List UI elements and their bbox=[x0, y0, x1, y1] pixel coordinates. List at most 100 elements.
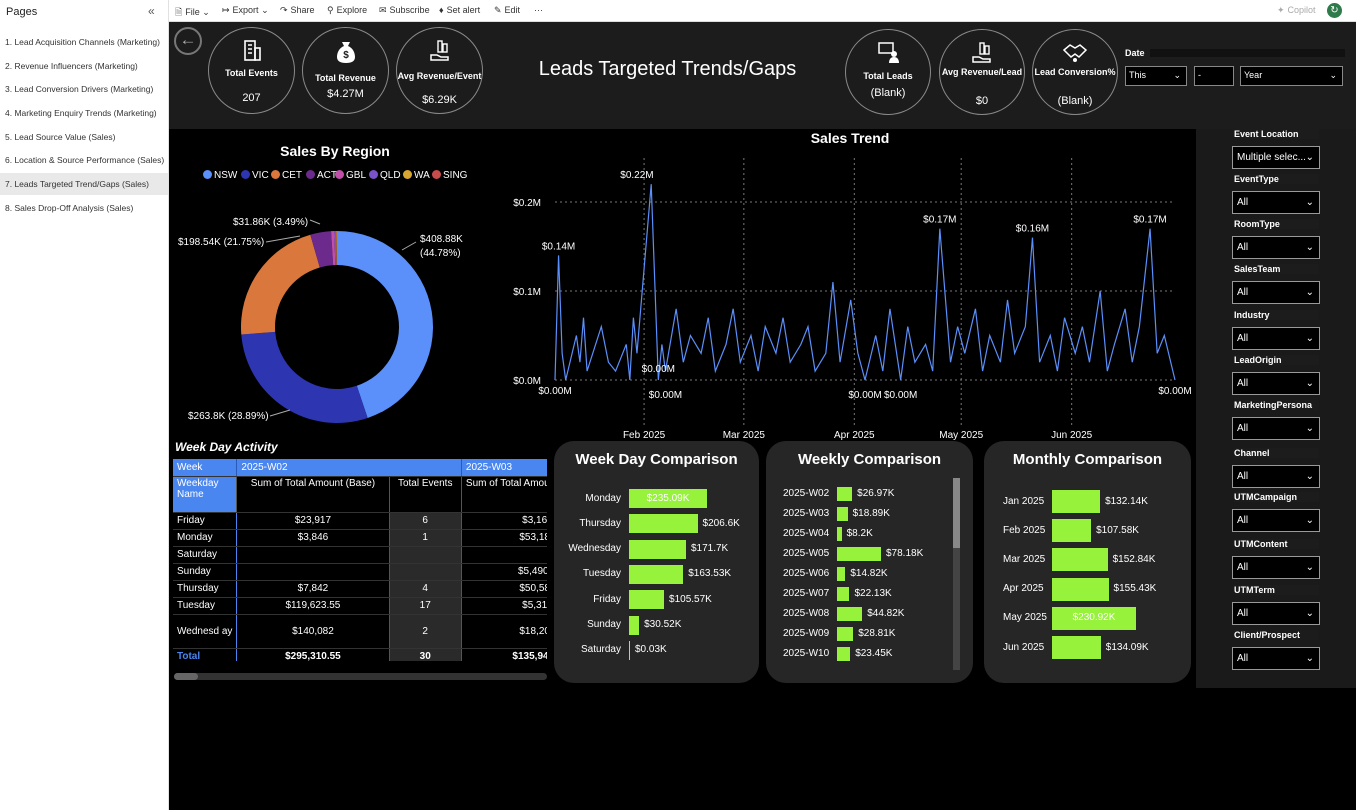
slicer-dropdown[interactable]: All ⌄ bbox=[1232, 191, 1320, 214]
legend-marker bbox=[306, 170, 315, 179]
bar[interactable] bbox=[629, 590, 665, 610]
slicer-label: LeadOrigin bbox=[1234, 355, 1319, 365]
bar-category-label: Sunday bbox=[587, 619, 621, 630]
bar[interactable] bbox=[837, 567, 846, 581]
bar[interactable] bbox=[837, 607, 863, 621]
bar[interactable] bbox=[837, 587, 850, 601]
copilot-icon: ✦ bbox=[1277, 5, 1285, 15]
table-row[interactable]: Thursday$7,8424$50,587 bbox=[173, 580, 547, 598]
bar[interactable] bbox=[837, 547, 881, 561]
slicer-dropdown[interactable]: All ⌄ bbox=[1232, 556, 1320, 579]
slicer-dropdown[interactable]: All ⌄ bbox=[1232, 509, 1320, 532]
slicer-label: UTMContent bbox=[1234, 539, 1319, 549]
table-cell: 17 bbox=[388, 597, 462, 615]
donut-slice-cet[interactable] bbox=[241, 234, 320, 335]
bell-icon: ♦ bbox=[439, 5, 444, 15]
edit-button[interactable]: ✎ Edit bbox=[494, 5, 520, 16]
export-menu[interactable]: ↦ Export ⌄ bbox=[222, 5, 269, 16]
table-cell: Friday bbox=[173, 512, 238, 530]
page-item[interactable]: 5. Lead Source Value (Sales) bbox=[0, 126, 168, 148]
more-options-button[interactable]: ··· bbox=[534, 5, 543, 15]
date-filter-label: Date bbox=[1125, 48, 1145, 58]
page-item[interactable]: 6. Location & Source Performance (Sales) bbox=[0, 149, 168, 171]
bar[interactable] bbox=[629, 539, 686, 559]
collapse-pane-icon[interactable]: « bbox=[148, 4, 155, 18]
page-item[interactable]: 4. Marketing Enquiry Trends (Marketing) bbox=[0, 102, 168, 124]
slicer-dropdown[interactable]: All ⌄ bbox=[1232, 647, 1320, 670]
page-item[interactable]: 8. Sales Drop-Off Analysis (Sales) bbox=[0, 197, 168, 219]
weekday-activity-table[interactable]: Week 2025-W02 2025-W03 Weekday Name Sum … bbox=[173, 459, 547, 661]
donut-slice-vic[interactable] bbox=[241, 331, 368, 423]
table-row[interactable]: Friday$23,9176$3,165 bbox=[173, 512, 547, 530]
user-avatar[interactable]: ↻ bbox=[1327, 3, 1342, 18]
bar[interactable] bbox=[837, 487, 853, 501]
table-scrollbar[interactable] bbox=[174, 673, 547, 680]
slicer-dropdown[interactable]: All ⌄ bbox=[1232, 372, 1320, 395]
slicer-dropdown[interactable]: All ⌄ bbox=[1232, 281, 1320, 304]
trend-data-label: $0.00M bbox=[1158, 386, 1191, 397]
bar[interactable] bbox=[1052, 519, 1092, 543]
slicer-dropdown[interactable]: All ⌄ bbox=[1232, 417, 1320, 440]
slicer-dropdown[interactable]: All ⌄ bbox=[1232, 327, 1320, 350]
share-button[interactable]: ↷ Share bbox=[280, 5, 315, 16]
trend-data-label: $0.00M bbox=[642, 364, 675, 375]
slicer-label: SalesTeam bbox=[1234, 264, 1319, 274]
slicer-dropdown[interactable]: All ⌄ bbox=[1232, 465, 1320, 488]
chevron-down-icon: ⌄ bbox=[1305, 653, 1314, 664]
bar[interactable] bbox=[837, 627, 854, 641]
weekly-scrollbar-thumb[interactable] bbox=[953, 478, 960, 548]
bar[interactable] bbox=[629, 514, 698, 534]
leader-line bbox=[269, 409, 291, 417]
bar[interactable] bbox=[837, 647, 851, 661]
page-item[interactable]: 3. Lead Conversion Drivers (Marketing) bbox=[0, 78, 168, 100]
set-alert-button[interactable]: ♦ Set alert bbox=[439, 5, 480, 15]
table-row[interactable]: Monday$3,8461$53,184 bbox=[173, 529, 547, 547]
bar[interactable] bbox=[1052, 548, 1108, 572]
y-tick-label: $0.2M bbox=[513, 198, 541, 209]
date-count-input[interactable]: - bbox=[1194, 66, 1234, 86]
table-cell: 6 bbox=[388, 512, 462, 530]
chevron-down-icon: ⌄ bbox=[1329, 70, 1337, 80]
bar[interactable] bbox=[1052, 636, 1101, 659]
table-total-cell: 30 bbox=[388, 648, 462, 661]
page-item-active[interactable]: 7. Leads Targeted Trend/Gaps (Sales) bbox=[0, 173, 168, 195]
slicer-dropdown[interactable]: Multiple selec... ⌄ bbox=[1232, 146, 1320, 169]
table-row[interactable]: Saturday bbox=[173, 546, 547, 564]
slicer-dropdown[interactable]: All ⌄ bbox=[1232, 602, 1320, 625]
table-row[interactable]: Wednesd ay$140,0822$18,203 bbox=[173, 614, 547, 649]
page-item[interactable]: 2. Revenue Influencers (Marketing) bbox=[0, 55, 168, 77]
bar-value-label: $132.14K bbox=[1105, 495, 1148, 507]
explore-button[interactable]: ⚲ Explore bbox=[327, 5, 367, 16]
weekly-scrollbar[interactable] bbox=[953, 478, 960, 670]
date-period-dropdown[interactable]: This ⌄ bbox=[1125, 66, 1187, 86]
table-row[interactable]: Sunday $5,490.5 bbox=[173, 563, 547, 581]
table-scrollbar-thumb[interactable] bbox=[174, 673, 198, 680]
bar-category-label: 2025-W10 bbox=[783, 648, 830, 659]
chevron-down-icon: ⌄ bbox=[1305, 152, 1314, 163]
sales-trend-line[interactable] bbox=[554, 184, 1176, 381]
date-unit-dropdown[interactable]: Year ⌄ bbox=[1240, 66, 1343, 86]
bar[interactable] bbox=[837, 527, 842, 541]
bar-value-label: $152.84K bbox=[1112, 553, 1156, 565]
vic-label: $263.8K (28.89%) bbox=[188, 411, 269, 422]
file-menu[interactable]: 🗎 File ⌄ bbox=[175, 5, 210, 21]
y-tick-label: $0.0M bbox=[513, 376, 541, 387]
bar-value-label: $0.03K bbox=[635, 644, 667, 656]
bar[interactable] bbox=[629, 640, 630, 660]
bar[interactable] bbox=[1052, 490, 1101, 513]
bar-category-label: 2025-W04 bbox=[783, 528, 830, 539]
table-column-header-row: Weekday Name Sum of Total Amount (Base) … bbox=[173, 476, 547, 513]
back-button[interactable]: ← bbox=[174, 27, 202, 55]
table-row[interactable]: Tuesday$119,623.5517$5,318 bbox=[173, 597, 547, 615]
copilot-button[interactable]: ✦ Copilot bbox=[1277, 5, 1316, 16]
table-cell: 2 bbox=[388, 614, 462, 649]
bar[interactable] bbox=[629, 564, 684, 584]
bar-value-label: $107.58K bbox=[1096, 524, 1139, 536]
bar[interactable] bbox=[629, 615, 640, 635]
page-item[interactable]: 1. Lead Acquisition Channels (Marketing) bbox=[0, 31, 168, 53]
bar[interactable] bbox=[1052, 577, 1109, 601]
bar[interactable] bbox=[837, 507, 848, 521]
table-cell: $53,184 bbox=[461, 529, 547, 547]
subscribe-button[interactable]: ✉ Subscribe bbox=[379, 5, 430, 16]
slicer-dropdown[interactable]: All ⌄ bbox=[1232, 236, 1320, 259]
